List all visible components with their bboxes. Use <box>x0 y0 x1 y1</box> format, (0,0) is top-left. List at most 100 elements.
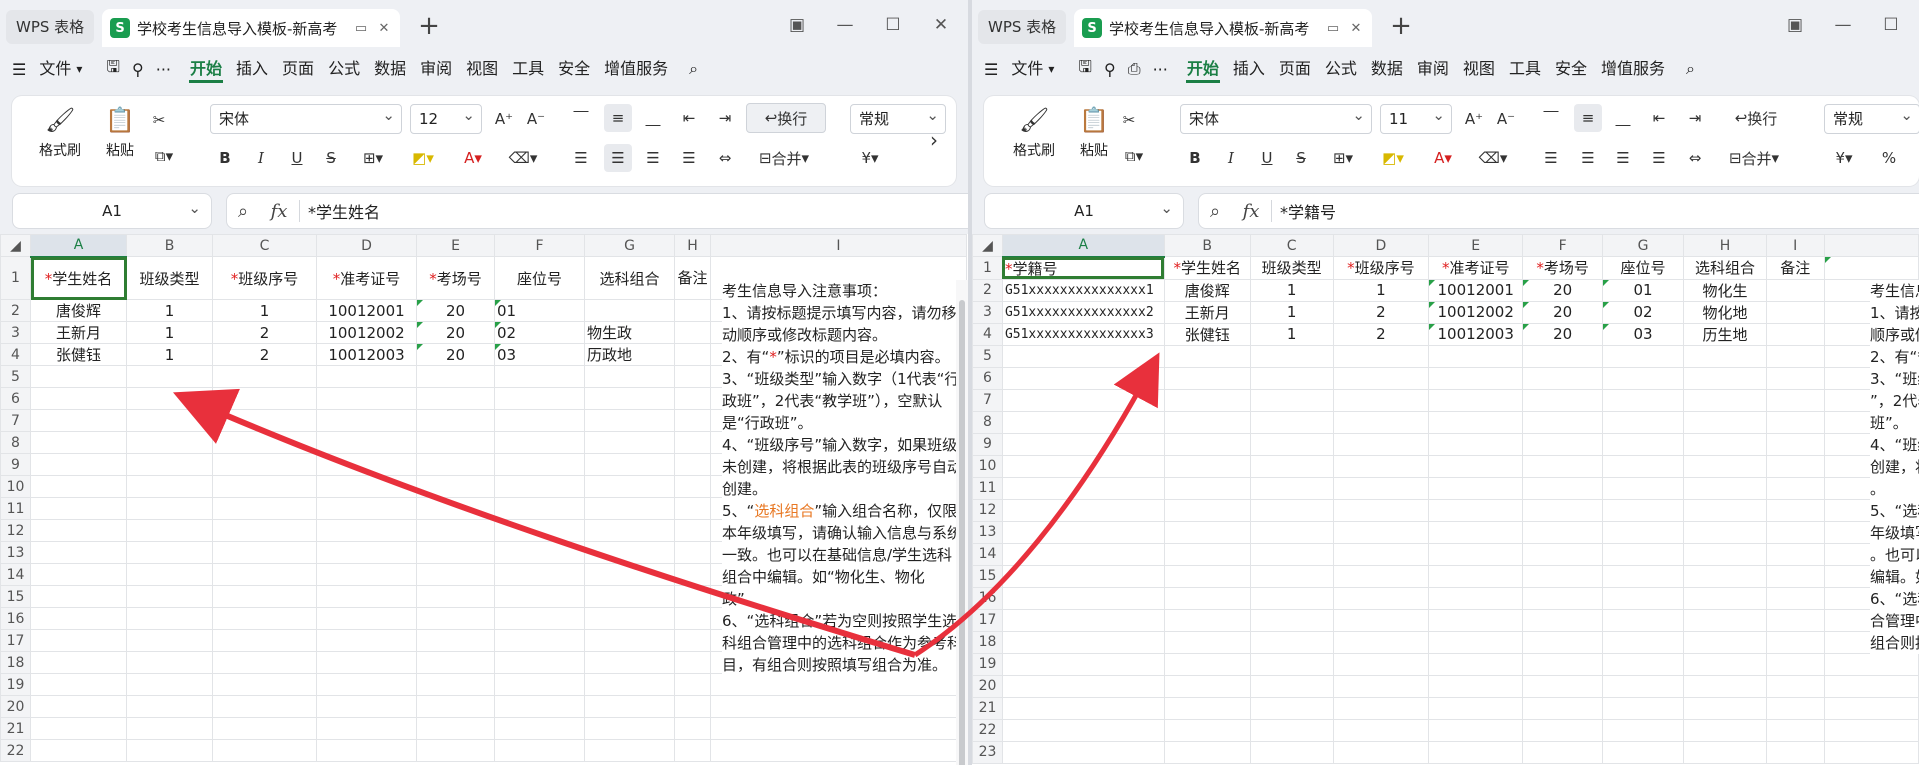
cell[interactable] <box>212 673 317 696</box>
row-header[interactable]: 19 <box>972 652 1003 676</box>
align-top-icon[interactable]: ⎺ <box>568 104 594 132</box>
cell[interactable] <box>1163 366 1251 390</box>
cell[interactable] <box>126 497 213 520</box>
zoom-icon[interactable]: ⌕ <box>227 201 259 222</box>
cell[interactable] <box>1001 564 1165 588</box>
col-header-f[interactable]: F <box>494 234 585 257</box>
document-tab[interactable]: S 学校考生信息导入模板-新高考 ▭ ✕ <box>1074 9 1372 47</box>
cell[interactable] <box>30 475 127 498</box>
cell[interactable] <box>674 739 711 762</box>
cell[interactable] <box>1601 630 1685 654</box>
row-header[interactable]: 22 <box>0 739 31 762</box>
cell[interactable] <box>1683 718 1767 742</box>
cell[interactable] <box>1428 454 1524 478</box>
cell[interactable] <box>1428 586 1524 610</box>
cell[interactable] <box>1601 674 1685 698</box>
cell[interactable] <box>1163 696 1251 720</box>
cell[interactable] <box>30 629 127 652</box>
cell[interactable] <box>30 651 127 674</box>
currency-button[interactable]: ¥ ▾ <box>1824 144 1864 172</box>
cell[interactable] <box>1001 498 1165 522</box>
cell[interactable] <box>1001 410 1165 434</box>
cell[interactable] <box>1249 520 1334 544</box>
distribute-icon[interactable]: ⇔ <box>712 144 738 172</box>
align-top-icon[interactable]: ⎺ <box>1538 104 1564 132</box>
cell[interactable] <box>494 541 585 564</box>
cell[interactable] <box>494 629 585 652</box>
cell[interactable] <box>494 607 585 630</box>
tab-view[interactable]: 视图 <box>1462 55 1496 83</box>
font-select[interactable]: 宋体 <box>1180 101 1372 134</box>
cell[interactable] <box>126 717 213 740</box>
cell[interactable] <box>1823 718 1919 742</box>
cell[interactable] <box>1683 740 1767 764</box>
align-bottom-icon[interactable]: ⎽ <box>1610 104 1636 132</box>
cell[interactable] <box>494 717 585 740</box>
cell[interactable] <box>1765 740 1825 764</box>
cell[interactable] <box>1522 696 1603 720</box>
cell[interactable] <box>316 475 417 498</box>
tab-insert[interactable]: 插入 <box>1232 55 1266 83</box>
cell[interactable] <box>1765 542 1825 566</box>
cell[interactable]: 王新月 <box>1163 300 1251 324</box>
cell[interactable] <box>1683 344 1767 368</box>
cell[interactable] <box>316 497 417 520</box>
font-select[interactable]: 宋体 <box>210 101 402 134</box>
cell[interactable] <box>584 607 675 630</box>
align-left-icon[interactable]: ☰ <box>568 144 594 172</box>
cell[interactable] <box>494 475 585 498</box>
cell[interactable] <box>416 475 495 498</box>
maximize-icon[interactable]: ☐ <box>880 12 906 38</box>
cell[interactable] <box>1683 410 1767 434</box>
cell[interactable] <box>1249 630 1334 654</box>
document-tab[interactable]: S 学校考生信息导入模板-新高考 ▭ ✕ <box>102 9 400 47</box>
cell[interactable] <box>1332 454 1430 478</box>
header-cell-class-no[interactable]: *班级序号 <box>212 256 317 300</box>
cell[interactable] <box>1428 520 1524 544</box>
cell[interactable] <box>1249 542 1334 566</box>
row-header[interactable]: 1 <box>972 256 1003 280</box>
monitor-icon[interactable]: ▭ <box>1325 20 1341 36</box>
cell[interactable] <box>212 431 317 454</box>
cell[interactable] <box>1332 564 1430 588</box>
cell[interactable]: 01 <box>494 299 585 322</box>
cell[interactable] <box>1522 498 1603 522</box>
cell[interactable] <box>494 387 585 410</box>
cell[interactable] <box>316 629 417 652</box>
cell[interactable] <box>584 717 675 740</box>
align-right-icon[interactable]: ☰ <box>640 144 666 172</box>
increase-font-icon[interactable]: A⁺ <box>490 105 518 133</box>
cell[interactable] <box>1601 344 1685 368</box>
cell[interactable] <box>584 387 675 410</box>
row-header[interactable]: 8 <box>0 431 31 454</box>
cell[interactable] <box>494 453 585 476</box>
cell[interactable] <box>1001 366 1165 390</box>
merge-button[interactable]: ⊟ 合并 ▾ <box>1716 144 1792 172</box>
cell[interactable] <box>1601 410 1685 434</box>
cell[interactable] <box>316 717 417 740</box>
cell[interactable] <box>1001 542 1165 566</box>
tab-insert[interactable]: 插入 <box>235 55 269 83</box>
cell[interactable] <box>584 563 675 586</box>
row-header[interactable]: 19 <box>0 673 31 696</box>
more-icon[interactable]: ··· <box>156 60 171 79</box>
cell[interactable] <box>316 739 417 762</box>
cell[interactable]: G51xxxxxxxxxxxxxxx1 <box>1001 278 1165 302</box>
cell[interactable]: 20 <box>1522 322 1603 346</box>
cell[interactable] <box>1001 740 1165 764</box>
tile-icon[interactable]: ▣ <box>784 12 810 38</box>
tab-formula[interactable]: 公式 <box>1324 55 1358 83</box>
cell[interactable] <box>674 629 711 652</box>
cell[interactable] <box>1765 564 1825 588</box>
cell[interactable]: 10012003 <box>316 343 417 366</box>
cell[interactable] <box>1683 366 1767 390</box>
vertical-scrollbar[interactable] <box>956 280 968 765</box>
cell[interactable] <box>1683 608 1767 632</box>
cell[interactable] <box>1522 476 1603 500</box>
row-header[interactable]: 17 <box>972 608 1003 632</box>
cell[interactable] <box>1765 344 1825 368</box>
cell[interactable]: 2 <box>1332 322 1430 346</box>
bold-icon[interactable]: B <box>212 144 238 172</box>
cell[interactable] <box>1683 388 1767 412</box>
copy-icon[interactable]: ⧉▾ <box>144 142 184 170</box>
